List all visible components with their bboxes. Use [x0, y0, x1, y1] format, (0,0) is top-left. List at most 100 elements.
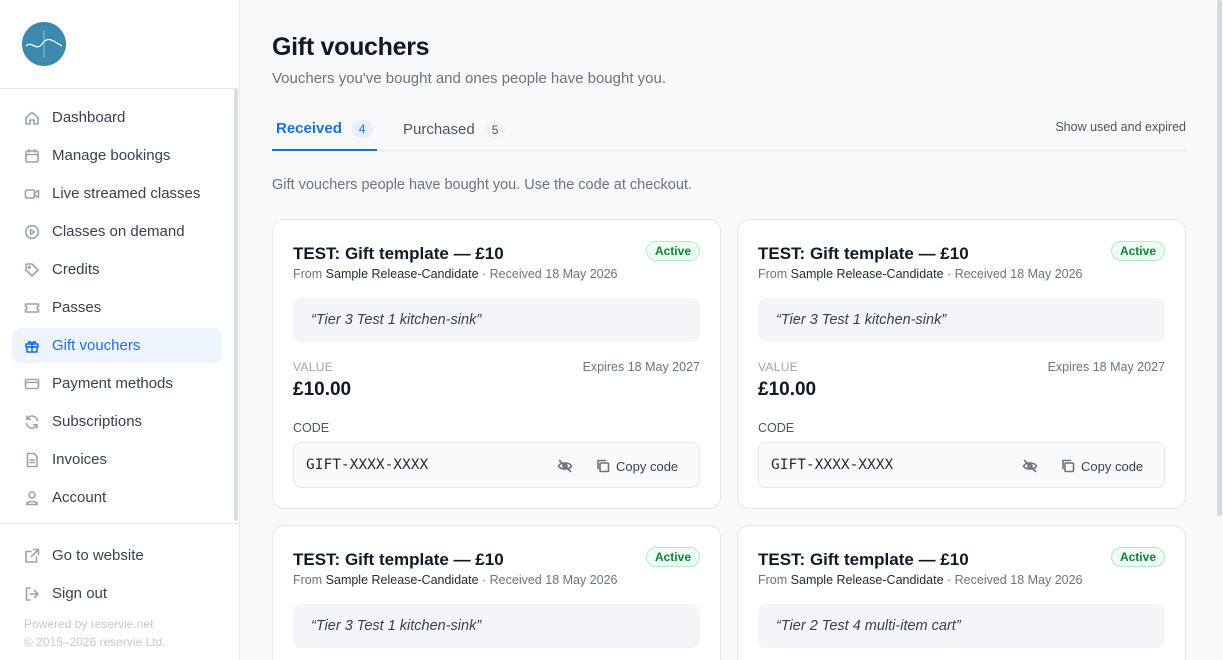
voucher-message: “Tier 2 Test 4 multi-item cart”: [758, 604, 1165, 648]
status-badge: Active: [645, 547, 700, 567]
sidebar: Dashboard Manage bookings Live streamed …: [0, 0, 240, 660]
powered-by-text: Powered by reservie.net: [24, 617, 154, 631]
tab-label: Received: [276, 120, 342, 137]
sidebar-bottom-nav: Go to website Sign out: [12, 538, 222, 614]
status-badge: Active: [1110, 241, 1165, 261]
voucher-meta: From Sample Release-Candidate · Received…: [293, 267, 618, 281]
voucher-sender: Sample Release-Candidate: [790, 573, 944, 587]
voucher-meta: From Sample Release-Candidate · Received…: [758, 267, 1083, 281]
sidebar-item-credits[interactable]: Credits: [12, 252, 222, 287]
copy-code-label: Copy code: [1081, 458, 1144, 474]
value-label: VALUE: [293, 360, 333, 374]
sidebar-item-label: Go to website: [52, 547, 144, 564]
sidebar-item-label: Credits: [52, 261, 100, 278]
sidebar-footer: Powered by reservie.net © 2015–2026 rese…: [24, 615, 166, 651]
sidebar-item-label: Sign out: [52, 585, 108, 602]
sidebar-item-label: Gift vouchers: [52, 337, 141, 354]
voucher-message: “Tier 3 Test 1 kitchen-sink”: [758, 298, 1165, 342]
voucher-title: TEST: Gift template — £10: [293, 244, 504, 263]
copy-code-button[interactable]: Copy code: [1061, 457, 1143, 475]
from-prefix: From: [293, 267, 323, 281]
user-icon: [24, 490, 40, 506]
voucher-sender: Sample Release-Candidate: [790, 267, 944, 281]
voucher-value: £10.00: [293, 379, 352, 400]
page-subtitle: Vouchers you've bought and ones people h…: [272, 70, 667, 87]
sidebar-nav: Dashboard Manage bookings Live streamed …: [12, 100, 222, 518]
sidebar-item-label: Classes on demand: [52, 223, 185, 240]
received-date: · Received 18 May 2026: [482, 267, 618, 281]
received-date: · Received 18 May 2026: [947, 573, 1083, 587]
sidebar-item-label: Dashboard: [52, 109, 126, 126]
sidebar-item-live-streamed[interactable]: Live streamed classes: [12, 176, 222, 211]
copy-icon: [1061, 459, 1075, 473]
voucher-card: TEST: Gift template — £10 Active From Sa…: [272, 525, 721, 660]
file-icon: [24, 452, 40, 468]
voucher-card: TEST: Gift template — £10 Active From Sa…: [737, 219, 1186, 509]
sign-out-icon: [24, 586, 40, 602]
sidebar-item-sign-out[interactable]: Sign out: [12, 576, 222, 611]
show-used-and-expired-link[interactable]: Show used and expired: [1055, 120, 1186, 134]
sidebar-item-label: Payment methods: [52, 375, 173, 392]
calendar-icon: [24, 148, 40, 164]
value-label: VALUE: [758, 360, 798, 374]
copy-code-label: Copy code: [616, 458, 679, 474]
sidebar-item-invoices[interactable]: Invoices: [12, 442, 222, 477]
expiry-date: Expires 18 May 2027: [582, 360, 700, 374]
sidebar-item-gift-vouchers[interactable]: Gift vouchers: [12, 328, 222, 363]
tab-count-badge: 4: [351, 119, 373, 138]
sidebar-item-on-demand[interactable]: Classes on demand: [12, 214, 222, 249]
sidebar-scrollbar[interactable]: [234, 89, 238, 521]
voucher-meta: From Sample Release-Candidate · Received…: [293, 573, 618, 587]
copy-code-button[interactable]: Copy code: [596, 457, 678, 475]
voucher-code[interactable]: GIFT-XXXX-XXXX: [771, 457, 893, 473]
sidebar-item-go-to-website[interactable]: Go to website: [12, 538, 222, 573]
sidebar-item-label: Subscriptions: [52, 413, 143, 430]
sidebar-item-label: Passes: [52, 299, 102, 316]
received-date: · Received 18 May 2026: [947, 267, 1083, 281]
page-title: Gift vouchers: [272, 33, 430, 61]
brand-logo[interactable]: [22, 22, 66, 66]
eye-off-icon[interactable]: [1022, 458, 1038, 474]
refresh-icon: [24, 414, 40, 430]
tab-received[interactable]: Received 4: [272, 108, 377, 151]
voucher-sender: Sample Release-Candidate: [325, 267, 479, 281]
sidebar-item-account[interactable]: Account: [12, 480, 222, 515]
gift-icon: [24, 338, 40, 354]
voucher-code[interactable]: GIFT-XXXX-XXXX: [306, 457, 428, 473]
received-date: · Received 18 May 2026: [482, 573, 618, 587]
code-label: CODE: [758, 421, 795, 435]
sidebar-item-label: Manage bookings: [52, 147, 171, 164]
external-link-icon: [24, 548, 40, 564]
voucher-message: “Tier 3 Test 1 kitchen-sink”: [293, 298, 700, 342]
voucher-card: TEST: Gift template — £10 Active From Sa…: [737, 525, 1186, 660]
status-badge: Active: [645, 241, 700, 261]
sidebar-item-dashboard[interactable]: Dashboard: [12, 100, 222, 135]
sidebar-item-passes[interactable]: Passes: [12, 290, 222, 325]
voucher-title: TEST: Gift template — £10: [758, 550, 969, 569]
sidebar-item-label: Invoices: [52, 451, 108, 468]
sidebar-item-manage-bookings[interactable]: Manage bookings: [12, 138, 222, 173]
expiry-date: Expires 18 May 2027: [1047, 360, 1165, 374]
voucher-card: TEST: Gift template — £10 Active From Sa…: [272, 219, 721, 509]
voucher-value: £10.00: [758, 379, 817, 400]
main-scrollbar[interactable]: [1217, 0, 1222, 516]
code-label: CODE: [293, 421, 330, 435]
from-prefix: From: [293, 573, 323, 587]
code-box: GIFT-XXXX-XXXX Copy code: [293, 442, 700, 488]
main-content: Gift vouchers Vouchers you've bought and…: [240, 0, 1223, 660]
copyright-text: © 2015–2026 reservie Ltd.: [24, 635, 166, 649]
voucher-message: “Tier 3 Test 1 kitchen-sink”: [293, 604, 700, 648]
sidebar-item-payment-methods[interactable]: Payment methods: [12, 366, 222, 401]
voucher-title: TEST: Gift template — £10: [758, 244, 969, 263]
sidebar-item-subscriptions[interactable]: Subscriptions: [12, 404, 222, 439]
sidebar-item-label: Account: [52, 489, 107, 506]
code-box: GIFT-XXXX-XXXX Copy code: [758, 442, 1165, 488]
sidebar-header: [0, 0, 239, 89]
sidebar-divider: [0, 523, 240, 524]
tab-count-badge: 5: [484, 120, 506, 139]
eye-off-icon[interactable]: [557, 458, 573, 474]
credit-card-icon: [24, 376, 40, 392]
from-prefix: From: [758, 267, 788, 281]
voucher-meta: From Sample Release-Candidate · Received…: [758, 573, 1083, 587]
tab-purchased[interactable]: Purchased 5: [399, 108, 509, 151]
